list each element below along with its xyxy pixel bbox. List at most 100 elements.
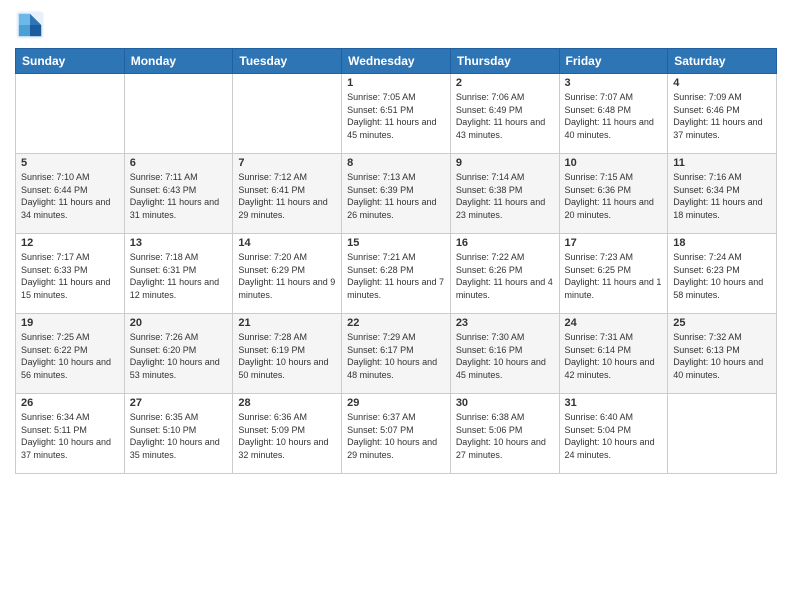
day-info: Sunrise: 7:26 AM Sunset: 6:20 PM Dayligh… [130, 331, 228, 381]
day-number: 24 [565, 317, 663, 329]
day-number: 18 [673, 237, 771, 249]
day-cell: 24 Sunrise: 7:31 AM Sunset: 6:14 PM Dayli… [559, 314, 668, 394]
day-info: Sunrise: 7:30 AM Sunset: 6:16 PM Dayligh… [456, 331, 554, 381]
day-number: 11 [673, 157, 771, 169]
day-cell: 19 Sunrise: 7:25 AM Sunset: 6:22 PM Dayli… [16, 314, 125, 394]
day-number: 13 [130, 237, 228, 249]
day-info: Sunrise: 7:21 AM Sunset: 6:28 PM Dayligh… [347, 251, 445, 301]
day-info: Sunrise: 7:22 AM Sunset: 6:26 PM Dayligh… [456, 251, 554, 301]
day-number: 1 [347, 77, 445, 89]
day-cell: 15 Sunrise: 7:21 AM Sunset: 6:28 PM Dayli… [342, 234, 451, 314]
day-info: Sunrise: 7:10 AM Sunset: 6:44 PM Dayligh… [21, 171, 119, 221]
day-cell [668, 394, 777, 474]
day-cell: 4 Sunrise: 7:09 AM Sunset: 6:46 PM Daylig… [668, 74, 777, 154]
day-cell: 8 Sunrise: 7:13 AM Sunset: 6:39 PM Daylig… [342, 154, 451, 234]
day-info: Sunrise: 7:12 AM Sunset: 6:41 PM Dayligh… [238, 171, 336, 221]
day-header-friday: Friday [559, 49, 668, 74]
day-number: 21 [238, 317, 336, 329]
day-cell [124, 74, 233, 154]
day-info: Sunrise: 7:20 AM Sunset: 6:29 PM Dayligh… [238, 251, 336, 301]
day-number: 12 [21, 237, 119, 249]
day-cell: 6 Sunrise: 7:11 AM Sunset: 6:43 PM Daylig… [124, 154, 233, 234]
day-info: Sunrise: 6:36 AM Sunset: 5:09 PM Dayligh… [238, 411, 336, 461]
day-info: Sunrise: 7:24 AM Sunset: 6:23 PM Dayligh… [673, 251, 771, 301]
day-number: 2 [456, 77, 554, 89]
day-info: Sunrise: 7:25 AM Sunset: 6:22 PM Dayligh… [21, 331, 119, 381]
day-number: 29 [347, 397, 445, 409]
day-number: 31 [565, 397, 663, 409]
day-number: 23 [456, 317, 554, 329]
day-cell: 28 Sunrise: 6:36 AM Sunset: 5:09 PM Dayli… [233, 394, 342, 474]
day-header-saturday: Saturday [668, 49, 777, 74]
day-cell: 2Sunrise: 7:06 AM Sunset: 6:49 PM Daylig… [450, 74, 559, 154]
day-number: 3 [565, 77, 663, 89]
day-number: 7 [238, 157, 336, 169]
day-number: 14 [238, 237, 336, 249]
logo [15, 10, 49, 40]
day-number: 30 [456, 397, 554, 409]
day-info: Sunrise: 6:34 AM Sunset: 5:11 PM Dayligh… [21, 411, 119, 461]
day-number: 6 [130, 157, 228, 169]
day-number: 8 [347, 157, 445, 169]
logo-icon [15, 10, 45, 40]
day-cell: 25 Sunrise: 7:32 AM Sunset: 6:13 PM Dayli… [668, 314, 777, 394]
day-number: 25 [673, 317, 771, 329]
day-cell: 17 Sunrise: 7:23 AM Sunset: 6:25 PM Dayli… [559, 234, 668, 314]
day-cell: 23 Sunrise: 7:30 AM Sunset: 6:16 PM Dayli… [450, 314, 559, 394]
week-row-4: 26Sunrise: 6:34 AM Sunset: 5:11 PM Dayli… [16, 394, 777, 474]
day-cell: 10Sunrise: 7:15 AM Sunset: 6:36 PM Dayli… [559, 154, 668, 234]
day-number: 19 [21, 317, 119, 329]
page: SundayMondayTuesdayWednesdayThursdayFrid… [0, 0, 792, 612]
day-info: Sunrise: 7:17 AM Sunset: 6:33 PM Dayligh… [21, 251, 119, 301]
day-number: 22 [347, 317, 445, 329]
day-cell: 9 Sunrise: 7:14 AM Sunset: 6:38 PM Daylig… [450, 154, 559, 234]
day-info: Sunrise: 7:13 AM Sunset: 6:39 PM Dayligh… [347, 171, 445, 221]
week-row-3: 19 Sunrise: 7:25 AM Sunset: 6:22 PM Dayli… [16, 314, 777, 394]
day-header-row: SundayMondayTuesdayWednesdayThursdayFrid… [16, 49, 777, 74]
day-number: 4 [673, 77, 771, 89]
day-cell: 11Sunrise: 7:16 AM Sunset: 6:34 PM Dayli… [668, 154, 777, 234]
day-number: 28 [238, 397, 336, 409]
day-cell: 7 Sunrise: 7:12 AM Sunset: 6:41 PM Daylig… [233, 154, 342, 234]
day-number: 9 [456, 157, 554, 169]
day-number: 16 [456, 237, 554, 249]
week-row-1: 5Sunrise: 7:10 AM Sunset: 6:44 PM Daylig… [16, 154, 777, 234]
day-number: 27 [130, 397, 228, 409]
day-info: Sunrise: 6:40 AM Sunset: 5:04 PM Dayligh… [565, 411, 663, 461]
day-cell: 31 Sunrise: 6:40 AM Sunset: 5:04 PM Dayli… [559, 394, 668, 474]
week-row-0: 1 Sunrise: 7:05 AM Sunset: 6:51 PM Daylig… [16, 74, 777, 154]
day-info: Sunrise: 7:28 AM Sunset: 6:19 PM Dayligh… [238, 331, 336, 381]
calendar: SundayMondayTuesdayWednesdayThursdayFrid… [15, 48, 777, 474]
day-cell: 3 Sunrise: 7:07 AM Sunset: 6:48 PM Daylig… [559, 74, 668, 154]
day-info: Sunrise: 7:23 AM Sunset: 6:25 PM Dayligh… [565, 251, 663, 301]
week-row-2: 12 Sunrise: 7:17 AM Sunset: 6:33 PM Dayli… [16, 234, 777, 314]
day-info: Sunrise: 7:11 AM Sunset: 6:43 PM Dayligh… [130, 171, 228, 221]
day-info: Sunrise: 7:05 AM Sunset: 6:51 PM Dayligh… [347, 91, 445, 141]
header [15, 10, 777, 40]
day-cell: 27Sunrise: 6:35 AM Sunset: 5:10 PM Dayli… [124, 394, 233, 474]
day-cell: 14 Sunrise: 7:20 AM Sunset: 6:29 PM Dayli… [233, 234, 342, 314]
day-info: Sunrise: 6:37 AM Sunset: 5:07 PM Dayligh… [347, 411, 445, 461]
day-info: Sunrise: 7:09 AM Sunset: 6:46 PM Dayligh… [673, 91, 771, 141]
day-number: 15 [347, 237, 445, 249]
day-header-thursday: Thursday [450, 49, 559, 74]
day-info: Sunrise: 7:07 AM Sunset: 6:48 PM Dayligh… [565, 91, 663, 141]
day-cell: 16 Sunrise: 7:22 AM Sunset: 6:26 PM Dayli… [450, 234, 559, 314]
day-header-tuesday: Tuesday [233, 49, 342, 74]
day-header-wednesday: Wednesday [342, 49, 451, 74]
day-cell: 30Sunrise: 6:38 AM Sunset: 5:06 PM Dayli… [450, 394, 559, 474]
day-cell [16, 74, 125, 154]
day-info: Sunrise: 7:14 AM Sunset: 6:38 PM Dayligh… [456, 171, 554, 221]
day-number: 17 [565, 237, 663, 249]
day-number: 10 [565, 157, 663, 169]
day-cell: 18 Sunrise: 7:24 AM Sunset: 6:23 PM Dayli… [668, 234, 777, 314]
day-info: Sunrise: 7:32 AM Sunset: 6:13 PM Dayligh… [673, 331, 771, 381]
day-cell [233, 74, 342, 154]
day-number: 20 [130, 317, 228, 329]
day-info: Sunrise: 7:31 AM Sunset: 6:14 PM Dayligh… [565, 331, 663, 381]
day-info: Sunrise: 7:18 AM Sunset: 6:31 PM Dayligh… [130, 251, 228, 301]
day-cell: 13 Sunrise: 7:18 AM Sunset: 6:31 PM Dayli… [124, 234, 233, 314]
day-header-monday: Monday [124, 49, 233, 74]
day-cell: 20 Sunrise: 7:26 AM Sunset: 6:20 PM Dayli… [124, 314, 233, 394]
day-cell: 5Sunrise: 7:10 AM Sunset: 6:44 PM Daylig… [16, 154, 125, 234]
